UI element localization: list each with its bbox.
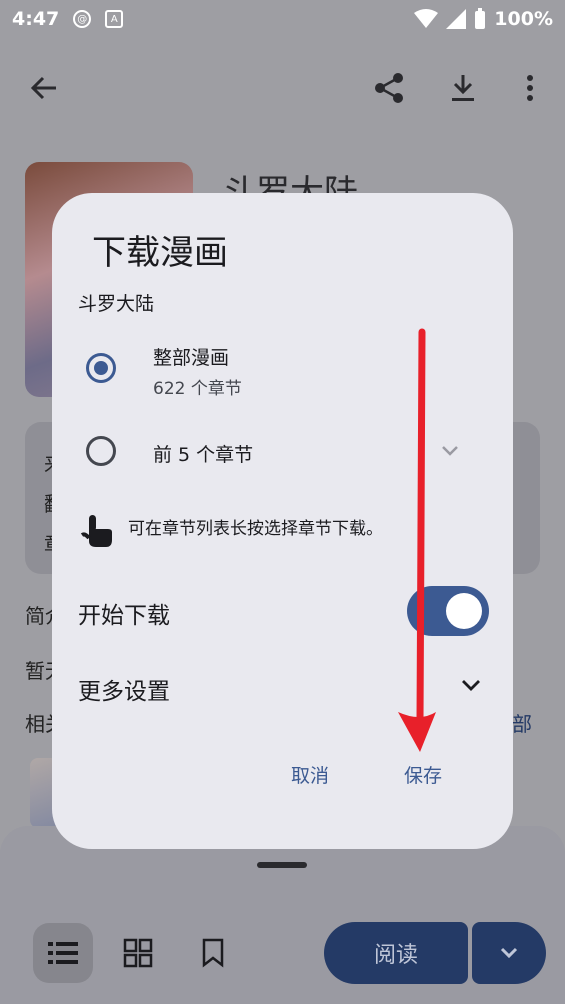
option-whole-manga-count: 622 个章节 [153,379,242,399]
download-dialog: 下载漫画 斗罗大陆 整部漫画 622 个章节 前 5 个章节 可在章节列表长按选… [52,193,513,849]
dialog-hint-text: 可在章节列表长按选择章节下载。 [128,519,383,539]
signal-icon [446,9,467,29]
share-icon[interactable] [369,68,409,108]
status-bar: 4:47 @ A 100% [0,0,565,38]
option-whole-manga-label[interactable]: 整部漫画 [153,343,229,370]
save-button[interactable]: 保存 [404,761,442,788]
status-right: 100% [414,8,553,30]
download-icon[interactable] [443,68,483,108]
list-icon[interactable] [33,923,93,983]
grid-icon[interactable] [108,923,168,983]
dialog-title: 下载漫画 [92,233,228,273]
related-all-link[interactable]: 部 [512,708,532,737]
read-button[interactable]: 阅读 [324,922,468,984]
read-label: 阅读 [373,943,418,968]
bookmark-icon[interactable] [183,923,243,983]
battery-percent: 100% [494,8,553,30]
wifi-icon [414,9,439,28]
touch-hand-icon [80,515,112,547]
top-toolbar [0,50,565,130]
chevron-down-icon[interactable] [460,678,482,693]
notification-icon: @ [73,10,92,28]
chevron-down-icon [500,947,518,959]
status-time: 4:47 [12,8,60,30]
more-settings-label[interactable]: 更多设置 [78,672,170,706]
start-download-toggle[interactable] [407,586,489,636]
radio-whole-manga[interactable] [86,353,116,383]
toggle-knob [446,593,482,629]
dialog-manga-name: 斗罗大陆 [78,293,155,315]
drag-handle[interactable] [257,862,307,868]
radio-first-chapters[interactable] [86,436,116,466]
option-first-chapters-label[interactable]: 前 5 个章节 [153,440,253,467]
cancel-button[interactable]: 取消 [291,761,329,788]
chevron-down-icon[interactable] [440,444,460,458]
battery-icon [475,8,486,29]
start-download-label: 开始下载 [78,603,170,629]
app-icon: A [105,10,124,28]
read-options-button[interactable] [472,922,546,984]
back-arrow-icon[interactable] [24,68,64,108]
more-vert-icon[interactable] [510,68,550,108]
